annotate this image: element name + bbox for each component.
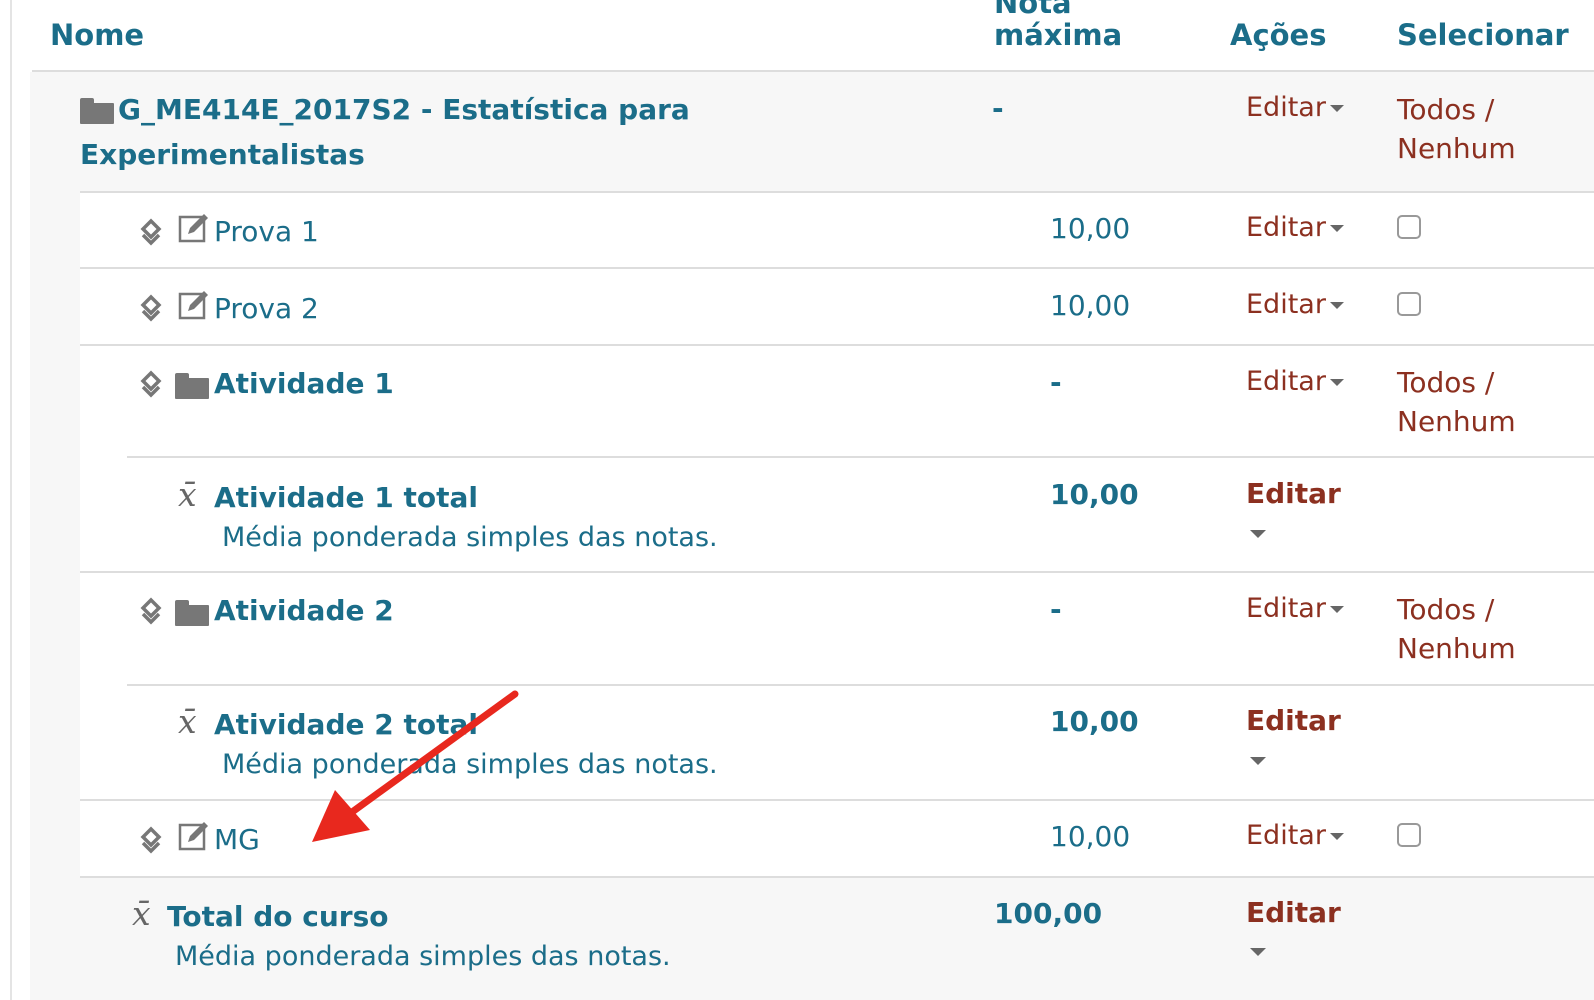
red-arrow-annotation	[312, 690, 519, 842]
gradebook-setup: Nome Nota máxima Ações Selecionar G_ME41…	[0, 0, 1594, 1000]
